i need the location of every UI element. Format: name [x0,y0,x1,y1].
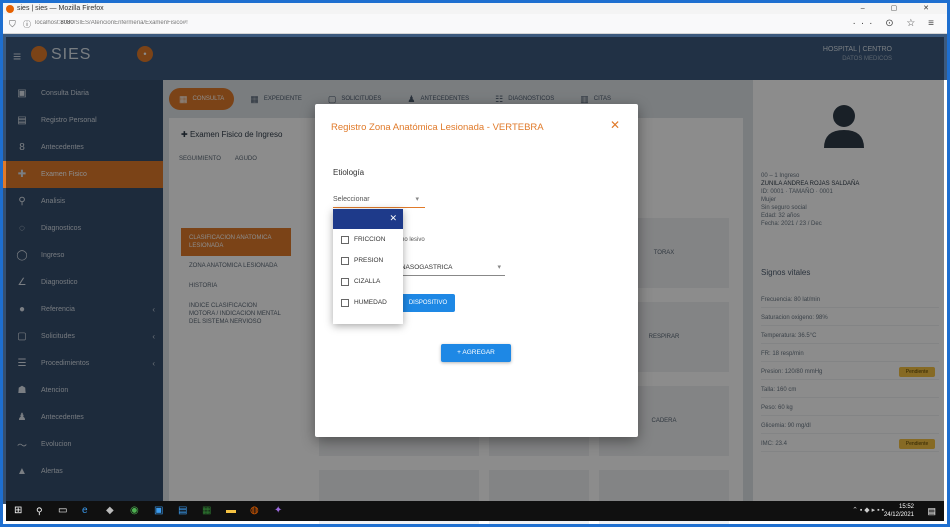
option-label: CIZALLA [354,278,381,285]
window-title: sies | sies — Mozilla Firefox [17,5,104,12]
clock-time: 15:52 [898,504,914,510]
shield-icon[interactable]: ⛉ [9,19,16,30]
close-icon[interactable]: ✕ [610,118,620,132]
search-icon[interactable]: ⚲ [36,505,43,517]
browser-window: sies | sies — Mozilla Firefox – ▢ ✕ ⛉ ⓘ … [0,0,950,527]
notification-icon[interactable]: ▤ [927,505,936,517]
system-tray-icons[interactable]: ⌃ ▪ ◆ ▸ ▪ ▪ [852,505,884,517]
window-titlebar: sies | sies — Mozilla Firefox – ▢ ✕ [3,3,947,14]
task-view-icon[interactable]: ▭ [58,505,67,517]
dropdown-option[interactable]: FRICCION [333,229,403,250]
app-icon[interactable]: ▣ [154,505,163,517]
folder-icon[interactable]: ▬ [226,505,236,517]
checkbox[interactable] [341,277,349,286]
checkbox[interactable] [341,235,349,244]
chevron-down-icon: ▾ [497,264,501,271]
dropdown-option[interactable]: HUMEDAD [333,292,403,313]
dropdown-header: ✕ [333,209,403,229]
modal-title: Registro Zona Anatómica Lesionada - VERT… [331,122,544,133]
option-label: HUMEDAD [354,299,387,306]
etiologia-select[interactable]: Seleccionar ▾ [333,194,425,208]
option-label: FRICCION [354,236,386,243]
windows-taskbar: ⊞ ⚲ ▭ e ◆ ◉ ▣ ▤ ▦ ▬ ◍ ✦ ⌃ ▪ ◆ ▸ ▪ ▪ 15:5… [6,501,944,521]
start-icon[interactable]: ⊞ [14,505,22,517]
dropdown-option[interactable]: PRESION [333,250,403,271]
option-label: PRESION [354,257,384,264]
url-text[interactable]: localhost:8080/SIES/AtencionEnfermeria/E… [35,20,335,26]
chrome-icon[interactable]: ◉ [130,505,139,517]
edge-icon[interactable]: e [82,505,88,517]
url-bar[interactable]: ⛉ ⓘ localhost:8080/SIES/AtencionEnfermer… [3,14,947,34]
browser-tools[interactable]: ··· ⊙ ☆ ≡ [852,18,939,29]
firefox-icon [6,5,14,13]
checkbox[interactable] [341,298,349,307]
agregar-button[interactable]: + AGREGAR [441,344,511,362]
checkbox[interactable] [341,256,349,265]
word-icon[interactable]: ▤ [178,505,187,517]
chevron-down-icon: ▾ [415,196,419,203]
clock-date: 24/12/2021 [883,512,914,518]
dropdown-option[interactable]: CIZALLA [333,271,403,292]
taskbar-clock[interactable]: 15:52 24/12/2021 [884,503,914,519]
window-controls[interactable]: – ▢ ✕ [861,3,941,14]
app-icon[interactable]: ◆ [106,505,114,517]
close-icon[interactable]: ✕ [389,213,397,224]
etiologia-value: Seleccionar [333,196,370,203]
app-icon[interactable]: ✦ [274,505,282,517]
page-info-icon[interactable]: ⓘ [23,19,31,30]
etiologia-label: Etiología [333,168,365,177]
excel-icon[interactable]: ▦ [202,505,211,517]
dispositivo-button[interactable]: DISPOSITIVO [401,294,455,312]
etiologia-dropdown: ✕ FRICCION PRESION CIZALLA HUMEDAD [333,209,403,324]
firefox-icon[interactable]: ◍ [250,505,259,517]
